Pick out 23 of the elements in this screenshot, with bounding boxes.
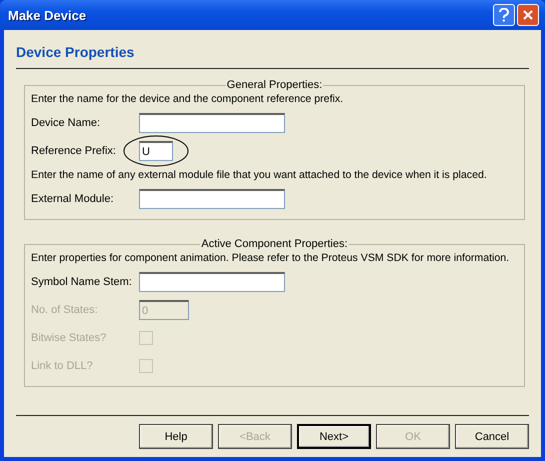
checkbox-label: Link to DLL? [31,360,94,372]
window-title: Make Device [8,8,88,22]
close-icon[interactable] [517,4,539,26]
input-field[interactable]: U [139,141,173,161]
group-title: General Properties: [226,79,324,91]
group-title: Active Component Properties: [200,238,349,250]
field-label: Symbol Name Stem: [31,276,133,288]
field-label: No. of States: [31,304,99,316]
field-label: Device Name: [31,117,102,129]
dialog-button[interactable]: Next> [297,424,371,449]
checkbox-label: Bitwise States? [31,332,108,344]
dialog-button[interactable]: Help [139,424,213,449]
page-heading: Device Properties [15,44,136,62]
instruction-text: Enter properties for component animation. Please refer to the Proteus VSM SDK for more information. [31,252,510,264]
dialog-button[interactable]: Cancel [455,424,529,449]
field-label: Reference Prefix: [31,145,117,157]
instruction-text: Enter the name for the device and the component reference prefix. [31,93,344,105]
field-label: External Module: [31,193,115,205]
input-field[interactable] [139,272,285,292]
input-field[interactable] [139,189,285,209]
help-icon[interactable] [493,4,515,26]
input-field[interactable] [139,113,285,133]
instruction-text: Enter the name of any external module file that you want attached to the device when it is placed. [31,169,487,181]
